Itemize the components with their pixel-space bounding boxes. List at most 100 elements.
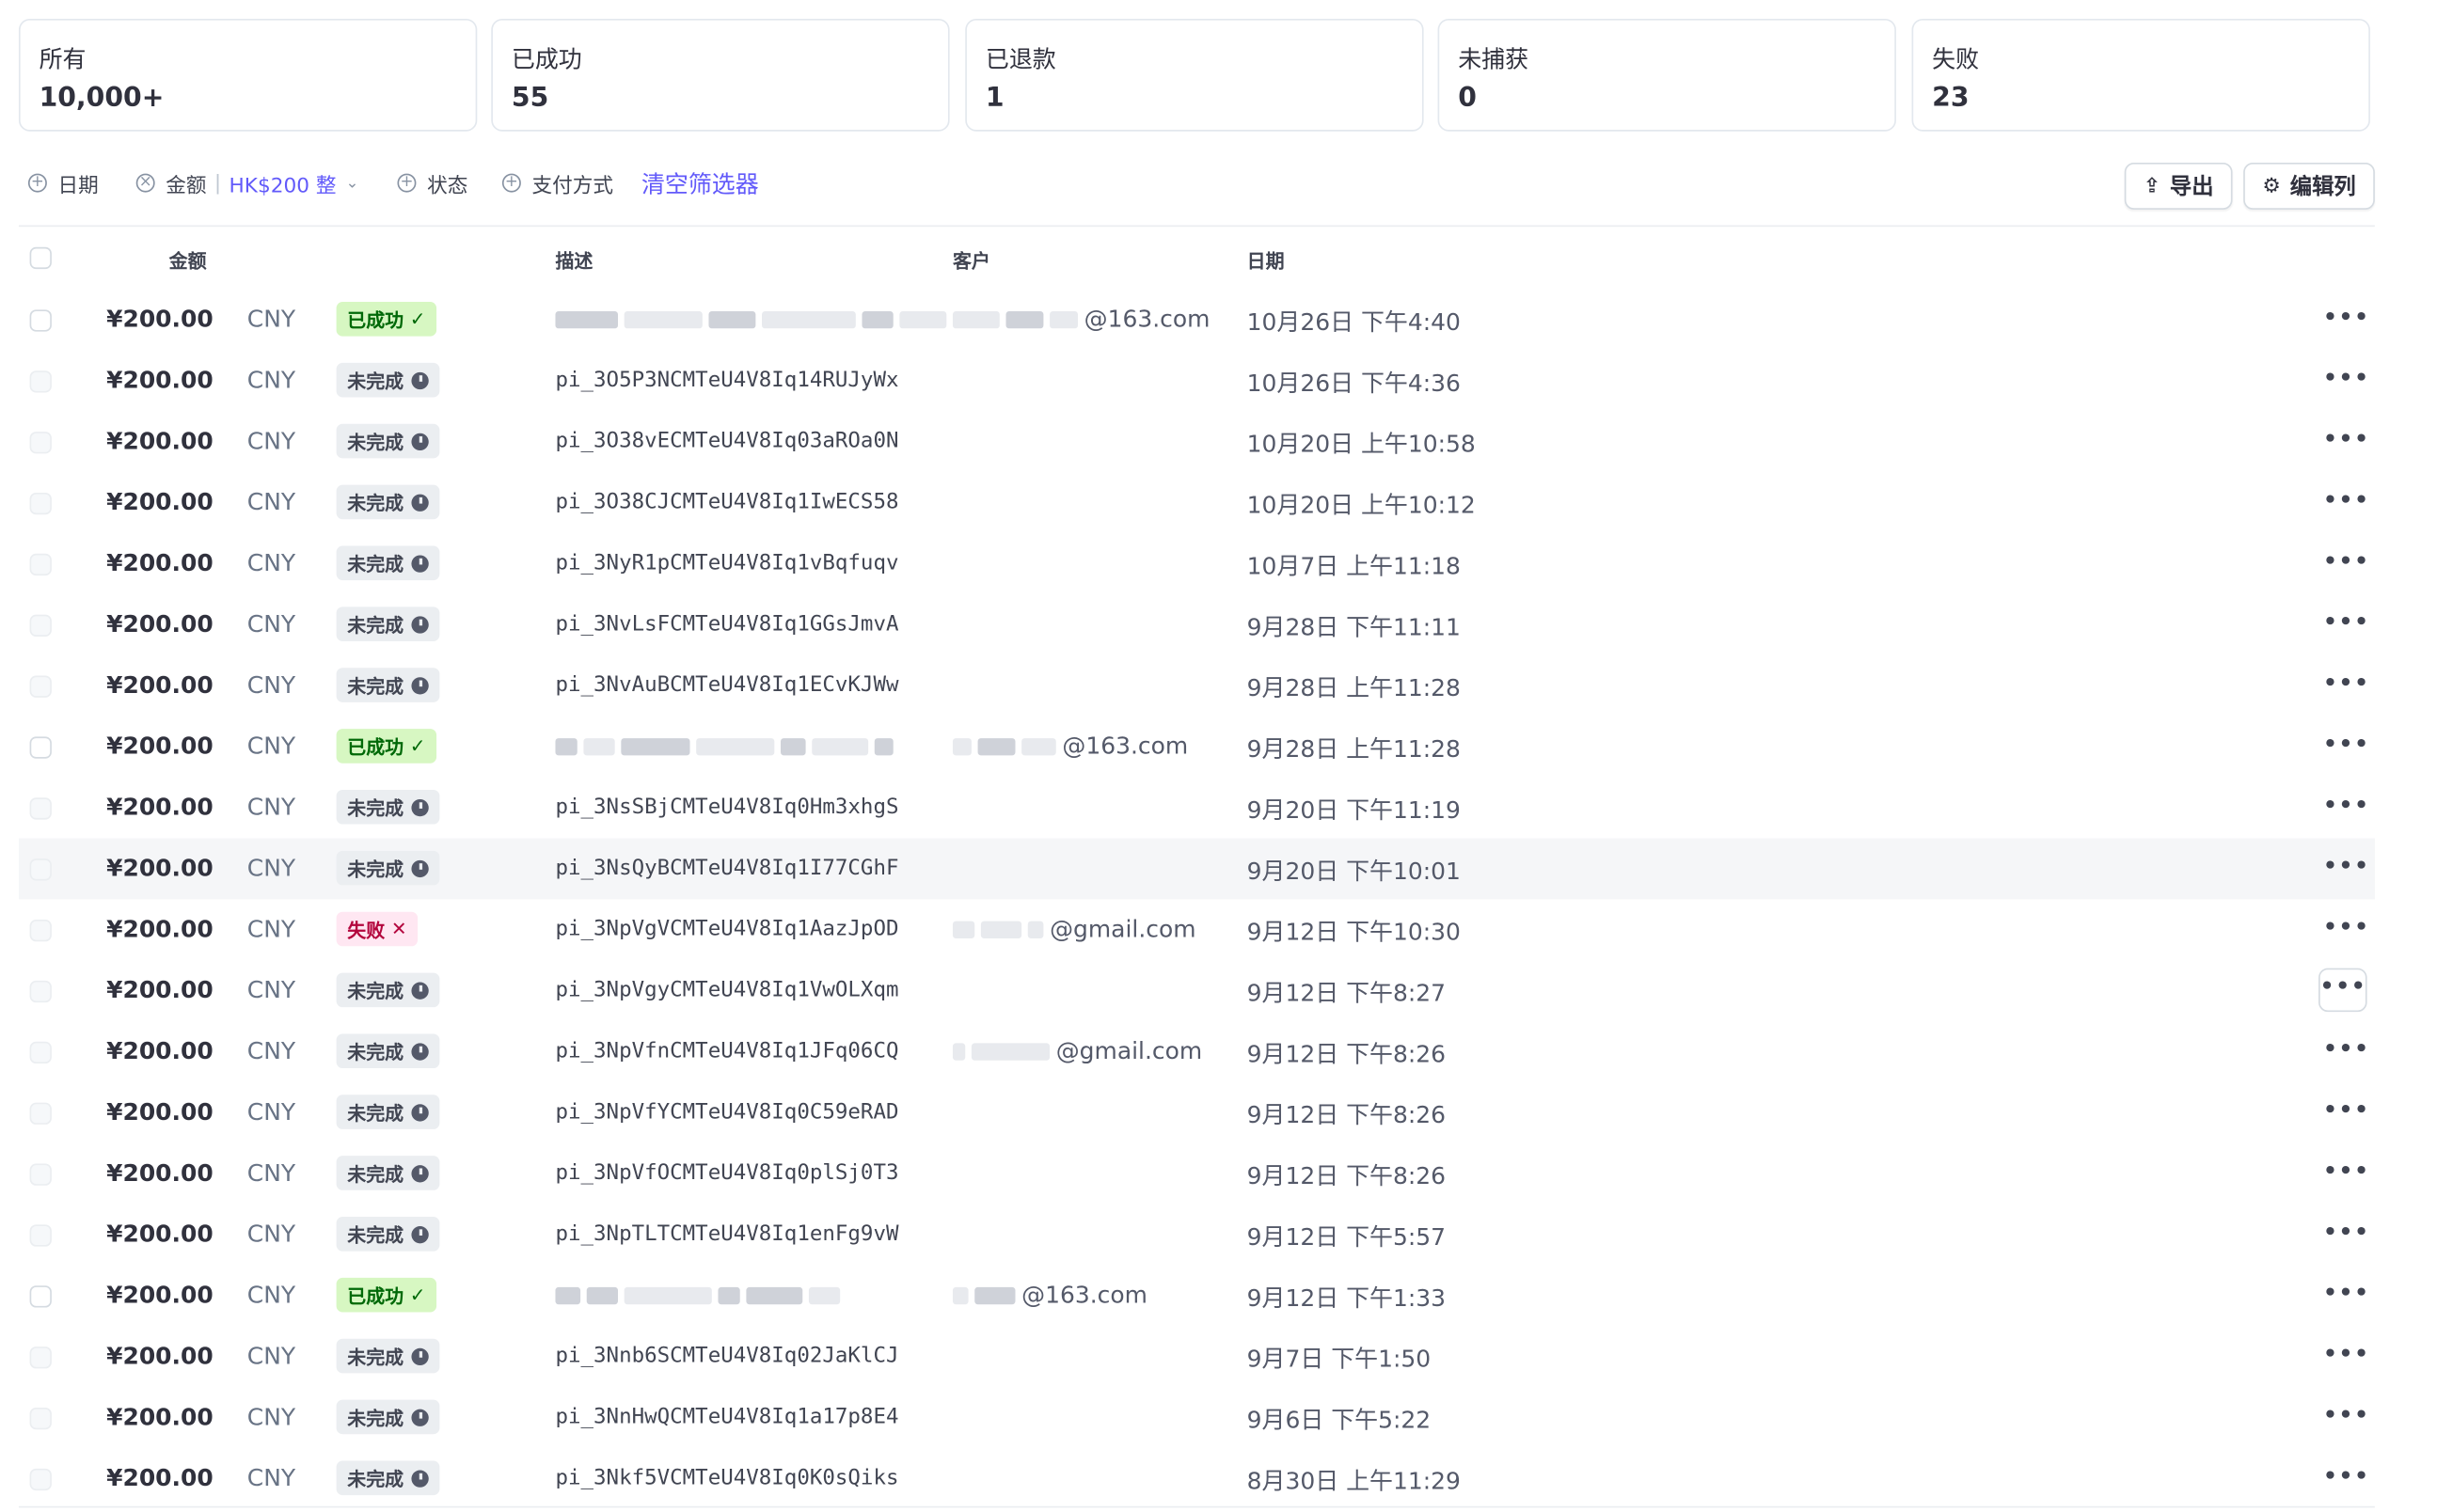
row-amount: ¥200.00	[106, 548, 214, 577]
row-checkbox[interactable]	[29, 309, 52, 332]
header-customer[interactable]: 客户	[953, 247, 990, 274]
row-checkbox[interactable]	[29, 1163, 52, 1186]
row-more-icon[interactable]: •••	[2323, 300, 2368, 338]
row-currency: CNY	[246, 427, 296, 456]
table-row[interactable]: ¥200.00 CNY 未完成 pi_3O5P3NCMTeU4V8Iq14RUJ…	[19, 351, 2375, 412]
row-more-icon[interactable]: •••	[2323, 544, 2368, 582]
filter-payment-method[interactable]: + 支付方式	[501, 163, 613, 203]
clock-icon	[411, 1042, 429, 1060]
table-row[interactable]: ¥200.00 CNY 已成功 ✓ @163.com 10月26日 下午4:40 …	[19, 290, 2375, 351]
select-all-checkbox[interactable]	[29, 246, 52, 270]
card-label: 已退款	[985, 45, 1056, 74]
row-more-icon[interactable]: •••	[2323, 1215, 2368, 1252]
row-more-icon[interactable]: •••	[2323, 361, 2368, 399]
row-more-icon[interactable]: •••	[2323, 1398, 2368, 1436]
table-row[interactable]: ¥200.00 CNY 未完成 pi_3O38vECMTeU4V8Iq03aRO…	[19, 411, 2375, 472]
table-row[interactable]: ¥200.00 CNY 未完成 pi_3NvAuBCMTeU4V8Iq1ECvK…	[19, 655, 2375, 717]
table-row[interactable]: ¥200.00 CNY 未完成 pi_3NpVfYCMTeU4V8Iq0C59e…	[19, 1082, 2375, 1143]
row-more-icon[interactable]: •••	[2323, 910, 2368, 948]
row-more-icon[interactable]: •••	[2323, 1155, 2368, 1192]
header-amount[interactable]: 金额	[169, 247, 207, 274]
row-more-icon[interactable]: •••	[2323, 1094, 2368, 1131]
row-checkbox[interactable]	[29, 858, 52, 881]
table-row[interactable]: ¥200.00 CNY 未完成 pi_3NpVfOCMTeU4V8Iq0plSj…	[19, 1143, 2375, 1205]
row-checkbox[interactable]	[29, 553, 52, 576]
row-more-icon[interactable]: •••	[2323, 422, 2368, 460]
row-more-icon[interactable]: •••	[2323, 1337, 2368, 1375]
table-row[interactable]: ¥200.00 CNY 未完成 pi_3NyR1pCMTeU4V8Iq1vBqf…	[19, 533, 2375, 594]
row-more-icon[interactable]: •••	[2323, 727, 2368, 764]
row-more-icon[interactable]: •••	[2323, 667, 2368, 704]
row-currency: CNY	[246, 366, 296, 395]
row-more-icon[interactable]: •••	[2323, 606, 2368, 643]
status-label: 未完成	[347, 858, 404, 880]
row-checkbox[interactable]	[29, 1041, 52, 1064]
row-checkbox[interactable]	[29, 1347, 52, 1369]
status-badge: 未完成	[336, 362, 440, 398]
card-uncaptured[interactable]: 未捕获 0	[1437, 18, 1896, 132]
row-date: 10月26日 下午4:36	[1246, 369, 1461, 398]
header-date[interactable]: 日期	[1247, 247, 1285, 274]
customer-email: @163.com	[1021, 1281, 1147, 1310]
row-date: 9月20日 下午11:19	[1246, 795, 1461, 825]
table-row[interactable]: ¥200.00 CNY 未完成 pi_3NpVfnCMTeU4V8Iq1JFq0…	[19, 1021, 2375, 1082]
row-amount: ¥200.00	[106, 487, 214, 516]
clear-filters-link[interactable]: 清空筛选器	[641, 167, 759, 200]
filter-amount-value: HK$200 整	[229, 174, 337, 198]
table-row[interactable]: ¥200.00 CNY 未完成 pi_3NpVgyCMTeU4V8Iq1VwOL…	[19, 960, 2375, 1021]
status-label: 未完成	[347, 1223, 404, 1246]
table-row[interactable]: ¥200.00 CNY 未完成 pi_3O38CJCMTeU4V8Iq1IwEC…	[19, 472, 2375, 533]
row-more-icon[interactable]: •••	[2323, 1276, 2368, 1314]
edit-columns-button[interactable]: ⚙ 编辑列	[2243, 162, 2375, 210]
check-icon: ✓	[409, 734, 426, 758]
row-checkbox[interactable]	[29, 920, 52, 942]
row-more-icon[interactable]: •••	[2318, 968, 2367, 1013]
row-more-icon[interactable]: •••	[2323, 1032, 2368, 1070]
card-failed[interactable]: 失败 23	[1911, 18, 2370, 132]
row-more-icon[interactable]: •••	[2323, 483, 2368, 521]
row-checkbox[interactable]	[29, 432, 52, 454]
row-more-icon[interactable]: •••	[2323, 788, 2368, 826]
row-checkbox[interactable]	[29, 1468, 52, 1491]
table-row[interactable]: ¥200.00 CNY 已成功 ✓ @163.com 9月28日 上午11:28 …	[19, 717, 2375, 778]
filter-amount[interactable]: × 金额 | HK$200 整 ⌄	[135, 163, 358, 203]
table-row[interactable]: ¥200.00 CNY 未完成 pi_3NnHwQCMTeU4V8Iq1a17p…	[19, 1387, 2375, 1448]
status-label: 未完成	[347, 796, 404, 819]
row-checkbox[interactable]	[29, 492, 52, 515]
row-description: pi_3NsQyBCMTeU4V8Iq1I77CGhF	[555, 855, 899, 881]
clock-icon	[411, 1408, 429, 1426]
row-more-icon[interactable]: •••	[2323, 1459, 2368, 1497]
table-row[interactable]: ¥200.00 CNY 未完成 pi_3NsQyBCMTeU4V8Iq1I77C…	[18, 838, 2375, 900]
card-label: 所有	[39, 45, 87, 74]
row-currency: CNY	[246, 1220, 296, 1249]
row-checkbox[interactable]	[29, 1407, 52, 1430]
card-all[interactable]: 所有 10,000+	[18, 18, 478, 132]
row-more-icon[interactable]: •••	[2323, 849, 2368, 887]
x-circle-icon[interactable]: ×	[135, 173, 155, 193]
row-checkbox[interactable]	[29, 370, 52, 393]
row-checkbox[interactable]	[29, 1224, 52, 1247]
row-checkbox[interactable]	[29, 736, 52, 759]
table-row[interactable]: ¥200.00 CNY 已成功 ✓ @163.com 9月12日 下午1:33 •…	[19, 1266, 2375, 1327]
table-row[interactable]: ¥200.00 CNY 未完成 pi_3NsSBjCMTeU4V8Iq0Hm3x…	[19, 778, 2375, 839]
table-row[interactable]: ¥200.00 CNY 未完成 pi_3NvLsFCMTeU4V8Iq1GGsJ…	[19, 594, 2375, 655]
row-checkbox[interactable]	[29, 675, 52, 698]
row-amount: ¥200.00	[106, 366, 214, 395]
table-row[interactable]: ¥200.00 CNY 未完成 pi_3Nkf5VCMTeU4V8Iq0K0sQ…	[19, 1448, 2375, 1509]
table-row[interactable]: ¥200.00 CNY 失败 ✕ pi_3NpVgVCMTeU4V8Iq1AazJ…	[19, 899, 2375, 960]
filter-status[interactable]: + 状态	[397, 163, 467, 203]
table-row[interactable]: ¥200.00 CNY 未完成 pi_3NpTLTCMTeU4V8Iq1enFg…	[19, 1205, 2375, 1266]
export-button[interactable]: ⇪ 导出	[2124, 162, 2233, 210]
table-row[interactable]: ¥200.00 CNY 未完成 pi_3Nnb6SCMTeU4V8Iq02JaK…	[19, 1326, 2375, 1387]
row-date: 9月12日 下午8:26	[1246, 1161, 1447, 1190]
row-checkbox[interactable]	[29, 797, 52, 820]
row-checkbox[interactable]	[29, 980, 52, 1003]
filter-date[interactable]: + 日期	[27, 163, 99, 203]
header-description[interactable]: 描述	[555, 247, 593, 274]
row-checkbox[interactable]	[29, 1285, 52, 1308]
row-date: 10月7日 上午11:18	[1246, 552, 1461, 581]
row-checkbox[interactable]	[29, 1102, 52, 1125]
row-checkbox[interactable]	[29, 614, 52, 637]
card-refunded[interactable]: 已退款 1	[965, 18, 1424, 132]
card-succeeded[interactable]: 已成功 55	[491, 18, 950, 132]
